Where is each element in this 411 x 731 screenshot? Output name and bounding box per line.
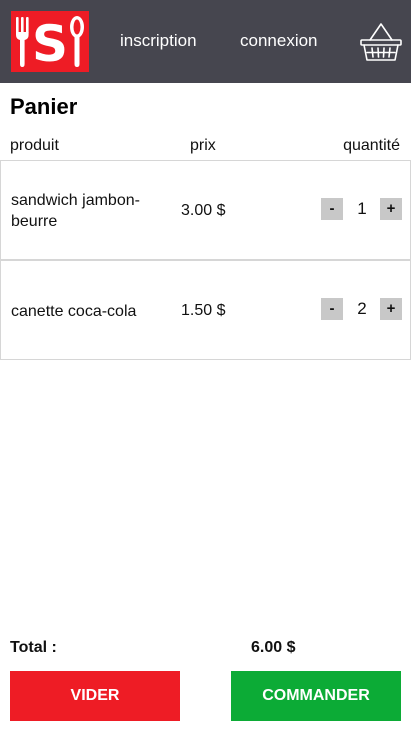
column-header-price: prix [190, 137, 216, 154]
cart-item-row: canette coca-cola 1.50 $ - 2 + [0, 260, 411, 360]
increase-quantity-button[interactable]: + [380, 198, 402, 220]
item-price: 3.00 $ [181, 202, 226, 219]
restaurant-logo-icon[interactable]: S [11, 11, 89, 72]
item-price: 1.50 $ [181, 302, 226, 319]
basket-icon[interactable] [359, 20, 403, 64]
item-name: canette coca-cola [11, 303, 137, 320]
decrease-quantity-button[interactable]: - [321, 198, 343, 220]
basket-graphic [360, 23, 402, 61]
total-label: Total : [10, 639, 57, 656]
column-header-product: produit [10, 137, 59, 154]
nav-connexion-link[interactable]: connexion [240, 31, 318, 51]
item-quantity: 2 [357, 299, 367, 318]
clear-cart-button[interactable]: VIDER [10, 671, 180, 721]
order-button[interactable]: COMMANDER [231, 671, 401, 721]
increase-quantity-button[interactable]: + [380, 298, 402, 320]
column-header-quantity: quantité [343, 137, 400, 154]
top-bar: S inscription connexion [0, 0, 411, 83]
total-value: 6.00 $ [251, 639, 296, 656]
item-name: sandwich jambon-beurre [11, 192, 140, 230]
logo-graphic: S [16, 15, 84, 72]
item-quantity: 1 [357, 199, 367, 218]
svg-text:S: S [32, 15, 68, 72]
decrease-quantity-button[interactable]: - [321, 298, 343, 320]
nav-inscription-link[interactable]: inscription [120, 31, 197, 51]
page-title: Panier [10, 94, 78, 119]
cart-item-row: sandwich jambon-beurre 3.00 $ - 1 + [0, 160, 411, 260]
